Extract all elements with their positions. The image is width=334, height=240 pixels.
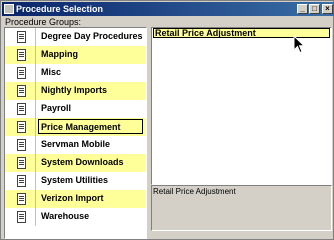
group-item-verizon-import[interactable]: Verizon Import xyxy=(5,190,146,208)
document-icon xyxy=(17,67,26,79)
group-item-label: Warehouse xyxy=(41,211,90,221)
icon-cell xyxy=(5,154,36,172)
document-icon xyxy=(17,103,26,115)
group-item-misc[interactable]: Misc xyxy=(5,64,146,82)
group-item-label: Mapping xyxy=(41,49,78,59)
group-item-label: System Downloads xyxy=(41,157,124,167)
group-item-degree-day-procedures[interactable]: Degree Day Procedures xyxy=(5,28,146,46)
icon-cell xyxy=(5,172,36,190)
group-item-label: Degree Day Procedures xyxy=(41,31,143,41)
icon-cell xyxy=(5,64,36,82)
document-icon xyxy=(17,85,26,97)
group-item-label: Servman Mobile xyxy=(41,139,111,149)
document-icon xyxy=(17,211,26,223)
group-item-label: Misc xyxy=(41,67,62,77)
app-icon xyxy=(4,4,14,14)
icon-cell xyxy=(5,28,36,46)
close-button[interactable]: × xyxy=(322,4,333,14)
document-icon xyxy=(17,139,26,151)
group-item-nightly-imports[interactable]: Nightly Imports xyxy=(5,82,146,100)
group-item-price-management[interactable]: Price Management xyxy=(5,118,146,136)
title-bar[interactable]: Procedure Selection _ □ × xyxy=(2,2,334,16)
procedure-groups-label: Procedure Groups: xyxy=(5,17,82,27)
procedure-selection-window: Procedure Selection _ □ × Procedure Grou… xyxy=(0,0,334,240)
procedure-groups-list[interactable]: Degree Day Procedures Mapping Misc Nightly … xyxy=(4,27,147,239)
document-icon xyxy=(17,157,26,169)
document-icon xyxy=(17,193,26,205)
window-title: Procedure Selection xyxy=(16,4,104,14)
document-icon xyxy=(17,31,26,43)
group-item-label: Payroll xyxy=(41,103,72,113)
group-item-system-utilities[interactable]: System Utilities xyxy=(5,172,146,190)
group-item-label: Price Management xyxy=(38,119,143,134)
document-icon xyxy=(17,175,26,187)
group-item-servman-mobile[interactable]: Servman Mobile xyxy=(5,136,146,154)
icon-cell xyxy=(5,190,36,208)
group-item-system-downloads[interactable]: System Downloads xyxy=(5,154,146,172)
group-item-label: Nightly Imports xyxy=(41,85,108,95)
icon-cell xyxy=(5,82,36,100)
group-item-label: System Utilities xyxy=(41,175,109,185)
description-text: Retail Price Adjustment xyxy=(153,187,236,196)
document-icon xyxy=(17,49,26,61)
icon-cell xyxy=(5,136,36,154)
icon-cell xyxy=(5,118,36,136)
group-item-warehouse[interactable]: Warehouse xyxy=(5,208,146,226)
group-item-mapping[interactable]: Mapping xyxy=(5,46,146,64)
maximize-button[interactable]: □ xyxy=(309,4,320,14)
document-icon xyxy=(17,121,26,133)
minimize-button[interactable]: _ xyxy=(297,4,308,14)
description-panel: Retail Price Adjustment xyxy=(151,185,332,231)
group-item-payroll[interactable]: Payroll xyxy=(5,100,146,118)
mouse-cursor-icon xyxy=(293,35,306,54)
group-item-label: Verizon Import xyxy=(41,193,104,203)
icon-cell xyxy=(5,208,36,226)
icon-cell xyxy=(5,46,36,64)
icon-cell xyxy=(5,100,36,118)
